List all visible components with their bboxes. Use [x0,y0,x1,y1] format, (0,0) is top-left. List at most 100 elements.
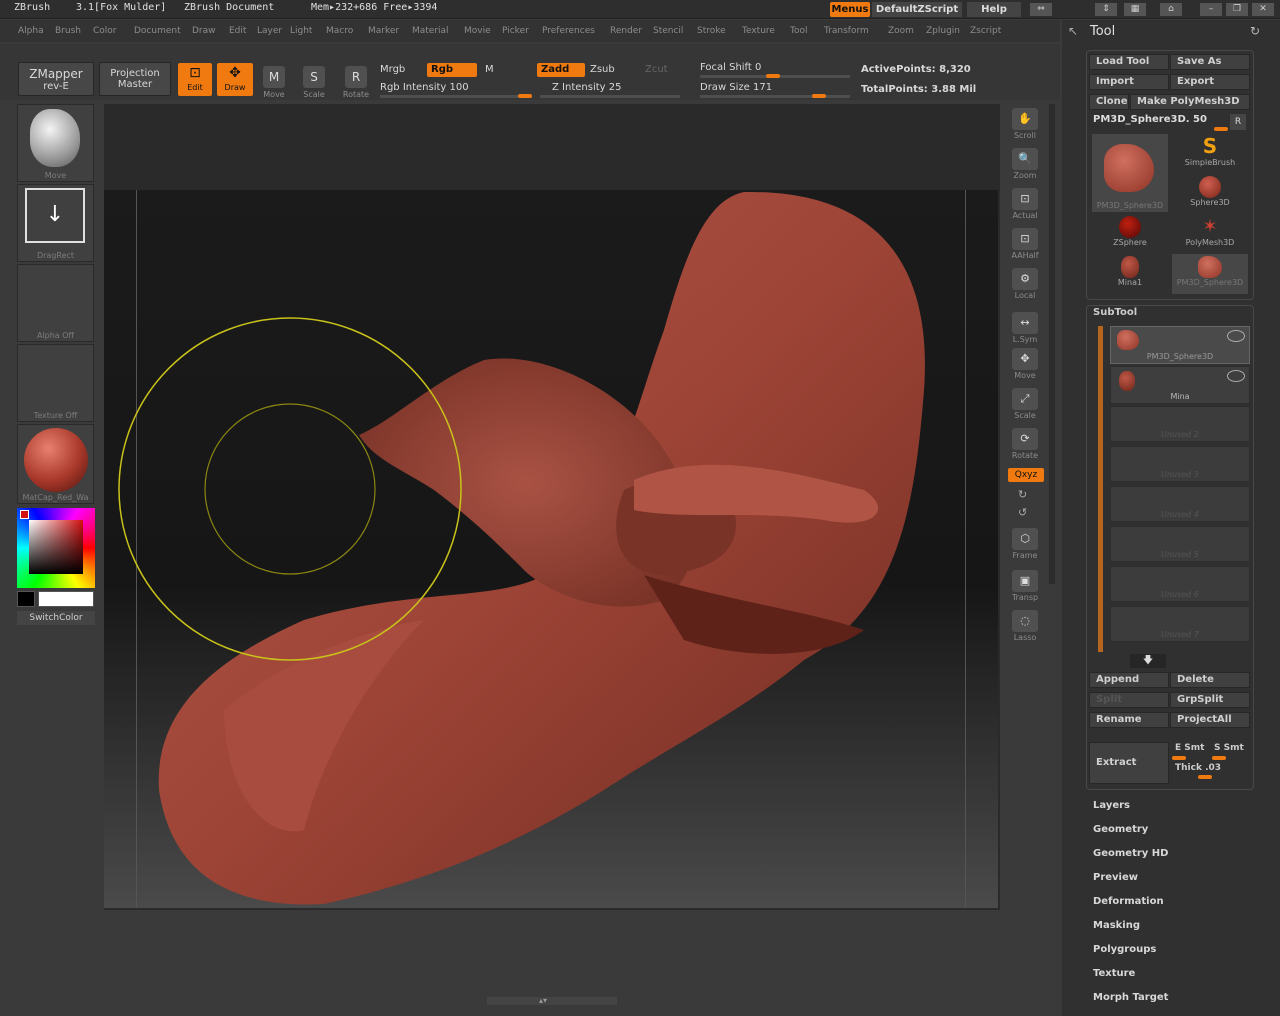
tool-count-slider[interactable] [1214,127,1228,131]
document-canvas[interactable] [104,190,998,908]
rgb-intensity-slider[interactable] [380,95,532,98]
subtool-empty-slot[interactable]: Unused 6 [1110,566,1250,602]
tool-thumb-mina1[interactable]: Mina1 [1092,256,1168,294]
menu-color[interactable]: Color [93,26,117,36]
append-button[interactable]: Append [1089,672,1169,688]
tool-thumb-polymesh3d[interactable]: ✶ PolyMesh3D [1174,216,1246,254]
menu-marker[interactable]: Marker [368,26,399,36]
tool-panel-pin-icon[interactable]: ↖ [1068,24,1078,38]
strip-transp-button[interactable]: ▣ Transp [1007,570,1043,602]
tool-thumb-sphere3d[interactable]: Sphere3D [1174,176,1246,214]
layout-icon[interactable]: ⇕ [1095,3,1117,16]
grid-icon[interactable]: ▦ [1124,3,1146,16]
menu-draw[interactable]: Draw [192,26,216,36]
restore-icon[interactable]: ❐ [1226,3,1248,16]
menu-edit[interactable]: Edit [229,26,246,36]
focal-shift-knob[interactable] [766,74,780,78]
menu-document[interactable]: Document [134,26,181,36]
tool-panel-refresh-icon[interactable]: ↻ [1250,24,1260,38]
delete-button[interactable]: Delete [1170,672,1250,688]
draw-size-knob[interactable] [812,94,826,98]
tool-thumb-pm3d[interactable]: PM3D_Sphere3D [1092,134,1168,212]
menu-stroke[interactable]: Stroke [697,26,726,36]
strip-rotate-button[interactable]: ⟳ Rotate [1007,428,1043,460]
subtool-item-active[interactable]: PM3D_Sphere3D [1110,326,1250,364]
section-geometry-hd[interactable]: Geometry HD [1093,848,1168,859]
e-smt-toggle[interactable]: E Smt [1175,743,1204,753]
secondary-color-swatch[interactable] [17,591,35,607]
e-smt-knob[interactable] [1172,756,1186,760]
import-button[interactable]: Import [1089,74,1169,90]
projectall-button[interactable]: ProjectAll [1170,712,1250,728]
subtool-visibility-icon-2[interactable] [1227,370,1245,382]
m-toggle[interactable]: M [485,64,494,75]
strip-lsym-button[interactable]: ↔ L.Sym [1007,312,1043,344]
brush-slot[interactable]: Move [17,104,94,182]
section-masking[interactable]: Masking [1093,920,1140,931]
menu-alpha[interactable]: Alpha [18,26,44,36]
subtool-empty-slot[interactable]: Unused 7 [1110,606,1250,642]
s-smt-knob[interactable] [1212,756,1226,760]
subtool-visibility-icon[interactable] [1227,330,1245,342]
switch-color-button[interactable]: SwitchColor [17,611,95,625]
load-tool-button[interactable]: Load Tool [1089,54,1169,70]
menu-zplugin[interactable]: Zplugin [926,26,960,36]
draw-size-slider[interactable] [700,95,850,98]
menu-macro[interactable]: Macro [326,26,353,36]
subtool-scrollbar[interactable] [1098,326,1103,652]
alpha-slot[interactable]: Alpha Off [17,264,94,342]
rotate-tool-button[interactable]: R Rotate [338,66,374,99]
extract-button[interactable]: Extract [1089,742,1169,784]
menu-material[interactable]: Material [412,26,449,36]
strip-scale-button[interactable]: ⤢ Scale [1007,388,1043,420]
main-color-swatch[interactable] [38,591,94,607]
home-icon[interactable]: ⌂ [1160,3,1182,16]
zscript-button[interactable]: DefaultZScript [872,2,962,17]
tool-thumb-zsphere[interactable]: ZSphere [1092,216,1168,254]
strip-actual-button[interactable]: ⊡ Actual [1007,188,1043,220]
edit-button[interactable]: ⊡ Edit [178,63,212,96]
section-preview[interactable]: Preview [1093,872,1138,883]
menus-button[interactable]: Menus [830,2,870,17]
zmapper-button[interactable]: ZMapper rev-E [18,62,94,96]
split-button[interactable]: Split [1089,692,1169,708]
strip-lasso-button[interactable]: ◌ Lasso [1007,610,1043,642]
minimize-icon[interactable]: – [1200,3,1222,16]
r-button[interactable]: R [1230,114,1246,130]
menu-tool[interactable]: Tool [790,26,807,36]
section-layers[interactable]: Layers [1093,800,1130,811]
grpsplit-button[interactable]: GrpSplit [1170,692,1250,708]
menu-movie[interactable]: Movie [464,26,491,36]
strip-scroll-button[interactable]: ✋ Scroll [1007,108,1043,140]
menu-picker[interactable]: Picker [502,26,529,36]
strip-zoom-button[interactable]: 🔍 Zoom [1007,148,1043,180]
rotate-y-icon[interactable]: ↻ [1018,488,1027,501]
s-smt-toggle[interactable]: S Smt [1214,743,1244,753]
expand-arrows-icon[interactable]: ▴▾ [539,996,547,1005]
section-deformation[interactable]: Deformation [1093,896,1164,907]
material-slot[interactable]: MatCap_Red_Wa [17,424,94,504]
horizontal-scrollbar[interactable] [487,997,617,1005]
rename-button[interactable]: Rename [1089,712,1169,728]
section-polygroups[interactable]: Polygroups [1093,944,1156,955]
projection-master-button[interactable]: Projection Master [99,62,171,96]
strip-local-button[interactable]: ⚙ Local [1007,268,1043,300]
subtool-empty-slot[interactable]: Unused 5 [1110,526,1250,562]
make-polymesh-button[interactable]: Make PolyMesh3D [1130,94,1250,110]
scale-tool-button[interactable]: S Scale [296,66,332,99]
zadd-toggle[interactable]: Zadd [537,63,585,77]
menu-zoom[interactable]: Zoom [888,26,914,36]
menu-brush[interactable]: Brush [55,26,81,36]
rotate-z-icon[interactable]: ↺ [1018,506,1027,519]
xyz-symmetry-toggle[interactable]: Qxyz [1008,468,1044,482]
section-morph-target[interactable]: Morph Target [1093,992,1168,1003]
color-picker[interactable] [17,508,95,588]
menu-zscript[interactable]: Zscript [970,26,1001,36]
move-tool-button[interactable]: M Move [256,66,292,99]
subtool-down-arrow-icon[interactable]: 🡇 [1130,654,1166,668]
help-button[interactable]: Help [967,2,1021,17]
zcut-toggle[interactable]: Zcut [645,64,668,75]
strip-frame-button[interactable]: ⬡ Frame [1007,528,1043,560]
clone-button[interactable]: Clone [1089,94,1129,110]
stroke-slot[interactable]: ↓ DragRect [17,184,94,262]
